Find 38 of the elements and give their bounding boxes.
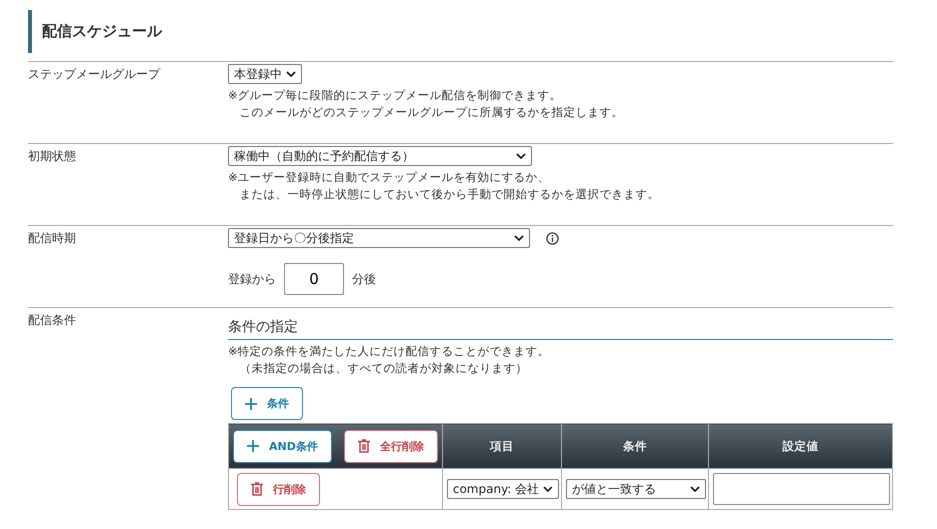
plus-icon	[245, 398, 257, 410]
chevron-icon	[543, 486, 553, 492]
field-label: 初期状態	[28, 148, 77, 165]
and-condition-button[interactable]: AND条件	[233, 430, 332, 462]
help-text: ※特定の条件を満たした人にだけ配信することができます。	[228, 343, 551, 360]
chevron-icon	[690, 486, 700, 492]
field-label: 配信条件	[28, 312, 77, 329]
help-text: ※グループ毎に段階的にステップメール配信を制御できます。	[228, 87, 563, 104]
help-text: ※ユーザー登録時に自動でステップメールを有効にするか、	[228, 169, 551, 186]
column-header: 設定値	[708, 424, 892, 468]
chevron-icon	[514, 235, 524, 241]
field-label: 配信時期	[28, 230, 77, 247]
field-label: ステップメールグループ	[28, 66, 162, 83]
select-field[interactable]: 稼働中（自動的に予約配信する）	[228, 146, 532, 166]
select-field[interactable]: 本登録中	[228, 64, 302, 84]
delete-all-button[interactable]: 全行削除	[344, 430, 438, 462]
help-text: このメールがどのステップメールグループに所属するかを指定します。	[238, 104, 624, 121]
delete-row-button[interactable]: 行削除	[237, 472, 320, 506]
prefix-text: 登録から	[228, 270, 276, 288]
subsection-heading: 条件の指定	[228, 318, 893, 340]
trash-icon	[251, 482, 263, 496]
column-header: 条件	[561, 424, 708, 468]
help-text: または、一時停止状態にしておいて後から手動で開始するかを選択できます。	[238, 186, 660, 203]
column-header: 項目	[442, 424, 562, 468]
section-title: 配信スケジュール	[28, 10, 893, 53]
value-input[interactable]	[712, 473, 890, 505]
help-text: （未指定の場合は、すべての読者が対象になります）	[238, 360, 528, 377]
select-field[interactable]: が値と一致する	[566, 479, 706, 499]
chevron-icon	[516, 153, 526, 159]
info-icon[interactable]	[546, 232, 559, 244]
suffix-text: 分後	[352, 270, 376, 288]
plus-icon	[247, 440, 259, 452]
trash-icon	[358, 439, 370, 453]
add-condition-button[interactable]: 条件	[231, 387, 303, 420]
select-field[interactable]: 登録日から〇分後指定	[228, 228, 530, 248]
minutes-input[interactable]: 0	[284, 263, 344, 295]
chevron-icon	[286, 71, 296, 77]
select-field[interactable]: company: 会社	[446, 479, 559, 499]
